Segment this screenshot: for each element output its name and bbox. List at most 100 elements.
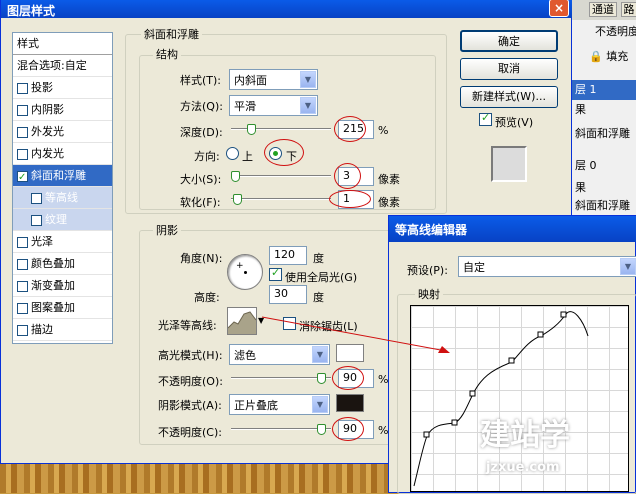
checkbox[interactable] (17, 149, 28, 160)
opacity2-slider[interactable] (231, 428, 331, 430)
curve-point[interactable] (538, 332, 543, 337)
slider-thumb[interactable] (247, 124, 256, 135)
shadow-mode-value: 正片叠底 (234, 399, 278, 412)
layers-fill-label: 填充 (606, 50, 628, 63)
list-item-gradient-overlay[interactable]: 渐变叠加 (13, 275, 112, 297)
checkbox[interactable] (17, 281, 28, 292)
checkbox[interactable] (17, 105, 28, 116)
list-item-inner-shadow[interactable]: 内阴影 (13, 99, 112, 121)
tab-paths[interactable]: 路 (621, 2, 636, 17)
list-item-label: 等高线 (45, 191, 78, 204)
shading-title: 阴影 (153, 222, 181, 238)
checkbox[interactable] (17, 127, 28, 138)
curve-point[interactable] (561, 312, 566, 317)
gloss-contour-swatch[interactable] (227, 307, 257, 335)
layer-row-0[interactable]: 层 0 (572, 156, 636, 176)
checkbox[interactable] (17, 171, 28, 182)
list-item-contour[interactable]: 等高线 (13, 187, 112, 209)
chevron-down-icon: ▼ (300, 71, 316, 88)
lock-icon: 🔒 (589, 50, 603, 63)
new-style-button[interactable]: 新建样式(W)... (460, 86, 558, 108)
checkbox[interactable] (17, 325, 28, 336)
checkbox[interactable] (17, 303, 28, 314)
layer-name: 层 1 (575, 83, 597, 96)
angle-input[interactable]: 120 (269, 246, 307, 265)
list-item-bevel-emboss[interactable]: 斜面和浮雕 (13, 165, 112, 187)
curve-point[interactable] (509, 358, 514, 363)
shadow-mode-label: 阴影模式(A): (158, 397, 222, 413)
preview-swatch (491, 146, 527, 182)
direction-up-label: 上 (242, 148, 253, 164)
size-label: 大小(S): (180, 171, 221, 187)
checkbox[interactable] (31, 215, 42, 226)
contour-editor-title: 等高线编辑器 (389, 216, 636, 242)
global-light-label: 使用全局光(G) (285, 269, 357, 285)
slider-thumb[interactable] (317, 373, 326, 384)
bevel-group-title: 斜面和浮雕 (141, 26, 202, 42)
annotation-arrow (260, 315, 460, 360)
curve-point[interactable] (452, 420, 457, 425)
method-label: 方法(Q): (180, 98, 223, 114)
altitude-label: 高度: (194, 289, 220, 305)
list-item-label: 颜色叠加 (31, 257, 75, 270)
style-select[interactable]: 内斜面 ▼ (229, 69, 318, 90)
size-slider[interactable] (231, 175, 331, 177)
style-list: 样式 混合选项:自定 投影 内阴影 外发光 内发光 斜面和浮雕 等高线 纹理 光… (12, 32, 113, 344)
list-item-blending[interactable]: 混合选项:自定 (13, 55, 112, 77)
cancel-button[interactable]: 取消 (460, 58, 558, 80)
style-list-header[interactable]: 样式 (13, 33, 112, 55)
soften-slider[interactable] (231, 198, 331, 200)
checkbox[interactable] (31, 193, 42, 204)
list-item-pattern-overlay[interactable]: 图案叠加 (13, 297, 112, 319)
method-select[interactable]: 平滑 ▼ (229, 95, 318, 116)
annotation-circle (329, 190, 371, 208)
close-icon[interactable]: × (549, 0, 569, 17)
checkbox[interactable] (17, 83, 28, 94)
annotation-circle (334, 116, 366, 142)
shadow-mode-select[interactable]: 正片叠底 ▼ (229, 394, 330, 415)
method-select-value: 平滑 (234, 100, 256, 113)
effect-row-bevel[interactable]: 斜面和浮雕 (572, 124, 636, 144)
style-select-value: 内斜面 (234, 74, 267, 87)
opacity2-label: 不透明度(C): (158, 424, 222, 440)
ok-button[interactable]: 确定 (460, 30, 558, 52)
opacity1-label: 不透明度(O): (158, 373, 223, 389)
list-item-inner-glow[interactable]: 内发光 (13, 143, 112, 165)
curve-point[interactable] (424, 432, 429, 437)
slider-thumb[interactable] (233, 194, 242, 205)
list-item-drop-shadow[interactable]: 投影 (13, 77, 112, 99)
chevron-down-icon: ▼ (620, 258, 636, 275)
list-item-satin[interactable]: 光泽 (13, 231, 112, 253)
altitude-input[interactable]: 30 (269, 285, 307, 304)
layer-row-1[interactable]: 层 1 (572, 80, 636, 100)
layer-name: 层 0 (575, 159, 597, 172)
highlight-mode-value: 滤色 (234, 349, 256, 362)
angle-dial[interactable]: + (227, 254, 263, 290)
list-item-color-overlay[interactable]: 颜色叠加 (13, 253, 112, 275)
slider-thumb[interactable] (231, 171, 240, 182)
list-item-outer-glow[interactable]: 外发光 (13, 121, 112, 143)
preset-select[interactable]: 自定▼ (458, 256, 636, 277)
list-item-texture[interactable]: 纹理 (13, 209, 112, 231)
preview-checkbox[interactable] (479, 113, 492, 126)
direction-up-radio[interactable] (226, 147, 239, 160)
opacity-row: 不透明度 (572, 22, 636, 42)
checkbox[interactable] (17, 237, 28, 248)
list-item-stroke[interactable]: 描边 (13, 319, 112, 341)
effect-row-bevel[interactable]: 斜面和浮雕 (572, 196, 636, 216)
size-unit: 像素 (378, 171, 400, 187)
effects-label: 果 (575, 103, 586, 116)
tab-channels[interactable]: 通道 (589, 2, 617, 17)
style-preview (478, 133, 540, 195)
chevron-down-icon: ▼ (300, 97, 316, 114)
global-light-checkbox[interactable] (269, 268, 282, 281)
effect-label: 斜面和浮雕 (575, 199, 630, 212)
opacity1-slider[interactable] (231, 377, 331, 379)
annotation-circle (332, 366, 364, 390)
checkbox[interactable] (17, 259, 28, 270)
depth-slider[interactable] (231, 128, 331, 130)
chevron-down-icon: ▼ (312, 396, 328, 413)
shadow-color-swatch[interactable] (336, 394, 364, 412)
curve-point[interactable] (470, 391, 475, 396)
slider-thumb[interactable] (317, 424, 326, 435)
